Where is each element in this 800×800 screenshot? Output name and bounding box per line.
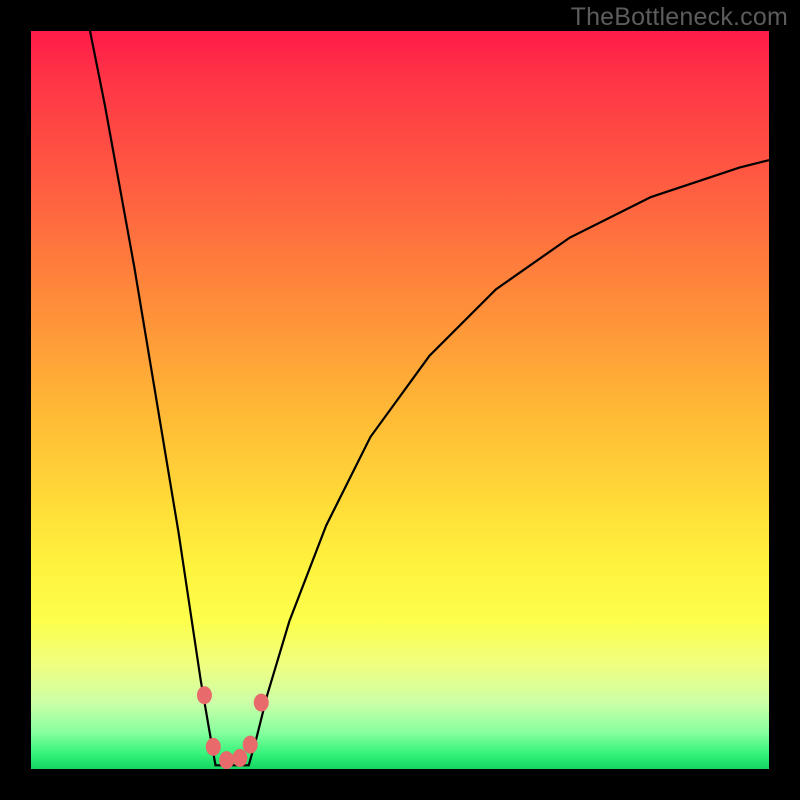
data-marker: [232, 749, 247, 767]
data-marker: [197, 686, 212, 704]
data-marker: [254, 694, 269, 712]
data-marker: [206, 738, 221, 756]
data-marker: [219, 751, 234, 769]
chart-svg: [31, 31, 769, 769]
data-marker: [243, 736, 258, 754]
chart-frame: TheBottleneck.com: [0, 0, 800, 800]
watermark-text: TheBottleneck.com: [571, 3, 788, 32]
plot-area: [31, 31, 769, 769]
bottleneck-curve: [90, 31, 769, 765]
